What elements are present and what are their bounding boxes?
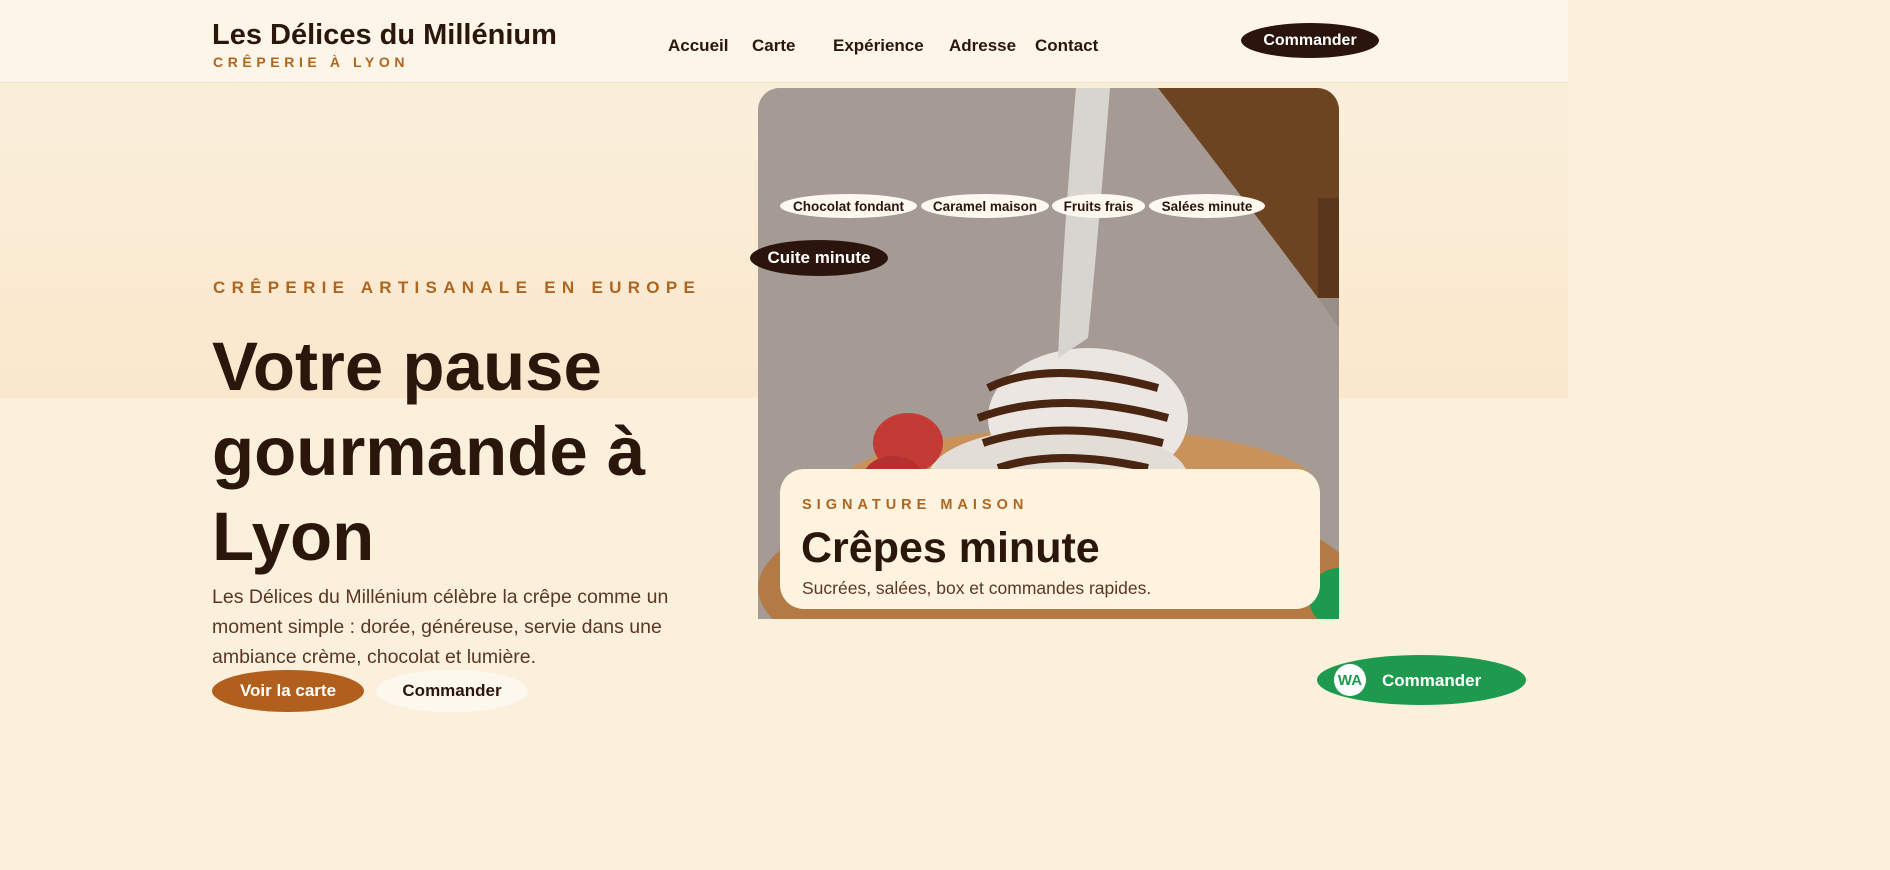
whatsapp-icon: WA: [1334, 664, 1366, 696]
whatsapp-order-button[interactable]: WA Commander: [1317, 655, 1526, 705]
signature-title: Crêpes minute: [801, 524, 1100, 572]
nav-link-contact[interactable]: Contact: [1035, 36, 1098, 56]
signature-eyebrow: SIGNATURE MAISON: [802, 497, 1029, 513]
nav-link-adresse[interactable]: Adresse: [949, 36, 1016, 56]
hero-order-button[interactable]: Commander: [376, 670, 528, 712]
whatsapp-label: Commander: [1382, 671, 1482, 690]
tag-fruits: Fruits frais: [1052, 194, 1145, 218]
nav-link-carte[interactable]: Carte: [752, 36, 795, 56]
tag-salees: Salées minute: [1149, 194, 1265, 218]
hero-eyebrow: CRÊPERIE ARTISANALE EN EUROPE: [213, 278, 702, 297]
view-menu-button[interactable]: Voir la carte: [212, 670, 364, 712]
nav-link-experience[interactable]: Expérience: [833, 36, 924, 56]
cuite-minute-badge: Cuite minute: [750, 240, 888, 276]
hero-title: Votre pause gourmande à Lyon: [212, 328, 646, 575]
brand-title[interactable]: Les Délices du Millénium: [212, 19, 557, 52]
site-header: Les Délices du Millénium CRÊPERIE À LYON…: [0, 0, 1568, 83]
tag-caramel: Caramel maison: [921, 194, 1049, 218]
signature-card: SIGNATURE MAISON Crêpes minute Sucrées, …: [780, 469, 1320, 609]
tag-chocolat: Chocolat fondant: [780, 194, 917, 218]
signature-description: Sucrées, salées, box et commandes rapide…: [802, 578, 1152, 598]
nav-link-accueil[interactable]: Accueil: [668, 36, 728, 56]
hero-description: Les Délices du Millénium célèbre la crêp…: [212, 586, 669, 668]
brand-subtitle: CRÊPERIE À LYON: [213, 54, 410, 70]
header-order-button[interactable]: Commander: [1241, 23, 1379, 58]
